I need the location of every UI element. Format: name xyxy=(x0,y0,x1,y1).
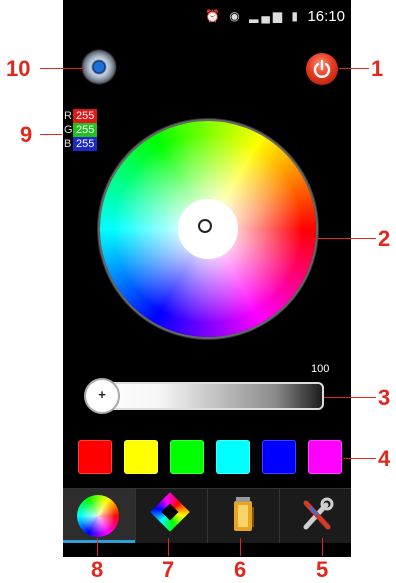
tab-color-wheel[interactable] xyxy=(63,489,135,543)
callout-7: 7 xyxy=(162,557,175,582)
brightness-value: 100 xyxy=(311,363,330,375)
tab-film[interactable] xyxy=(207,489,279,543)
green-value: 255 xyxy=(73,123,98,137)
callout-2: 2 xyxy=(378,226,391,251)
color-diamond-icon xyxy=(150,492,190,532)
tools-icon xyxy=(303,497,334,530)
blue-value: 255 xyxy=(73,137,98,151)
plus-icon: + xyxy=(98,387,106,402)
status-icons: ⏰ ◉ ▂▄▆ ▮ xyxy=(205,9,301,23)
red-label: R xyxy=(64,110,72,122)
brightness-slider-thumb[interactable]: + xyxy=(84,378,120,414)
callout-1: 1 xyxy=(371,56,384,81)
callout-5: 5 xyxy=(316,557,329,582)
power-icon xyxy=(313,59,331,78)
color-wheel[interactable] xyxy=(100,121,316,337)
callout-9: 9 xyxy=(20,122,33,147)
preset-green-button[interactable] xyxy=(170,440,204,474)
camera-lens-icon[interactable] xyxy=(83,51,115,83)
power-button[interactable] xyxy=(306,53,338,85)
preset-blue-button[interactable] xyxy=(262,440,296,474)
callout-10-leader xyxy=(40,68,84,69)
callout-6-leader xyxy=(240,538,241,556)
preset-cyan-button[interactable] xyxy=(216,440,250,474)
callout-7-leader xyxy=(168,538,169,556)
tab-color-diamond[interactable] xyxy=(135,489,207,543)
callout-8-leader xyxy=(97,538,98,556)
preset-red-button[interactable] xyxy=(78,440,112,474)
preset-magenta-button[interactable] xyxy=(308,440,342,474)
bottom-tab-bar xyxy=(63,488,351,543)
red-readout: R 255 xyxy=(63,109,98,123)
status-time: 16:10 xyxy=(307,8,345,25)
callout-4-leader xyxy=(343,458,376,459)
callout-1-leader xyxy=(339,68,369,69)
callout-4: 4 xyxy=(378,446,391,471)
green-readout: G 255 xyxy=(63,123,98,137)
blue-readout: B 255 xyxy=(63,137,98,151)
color-wheel-icon xyxy=(77,495,119,537)
callout-5-leader xyxy=(322,538,323,556)
color-wheel-handle[interactable] xyxy=(198,219,212,233)
blue-label: B xyxy=(64,138,72,150)
preset-yellow-button[interactable] xyxy=(124,440,158,474)
film-roll-icon xyxy=(234,497,254,531)
tab-tools[interactable] xyxy=(279,489,351,543)
callout-3: 3 xyxy=(378,385,391,410)
app-screen: ⏰ ◉ ▂▄▆ ▮ 16:10 R 255 G 255 B 255 100 + xyxy=(63,0,351,557)
callout-10: 10 xyxy=(6,56,31,81)
green-label: G xyxy=(64,124,73,136)
brightness-slider[interactable]: + xyxy=(84,378,324,414)
red-value: 255 xyxy=(73,109,98,123)
callout-6: 6 xyxy=(234,557,247,582)
callout-2-leader xyxy=(316,238,376,239)
callout-3-leader xyxy=(324,397,376,398)
callout-9-leader xyxy=(40,134,62,135)
preset-color-row xyxy=(78,440,343,476)
callout-8: 8 xyxy=(91,557,104,582)
status-bar: ⏰ ◉ ▂▄▆ ▮ 16:10 xyxy=(63,0,351,32)
